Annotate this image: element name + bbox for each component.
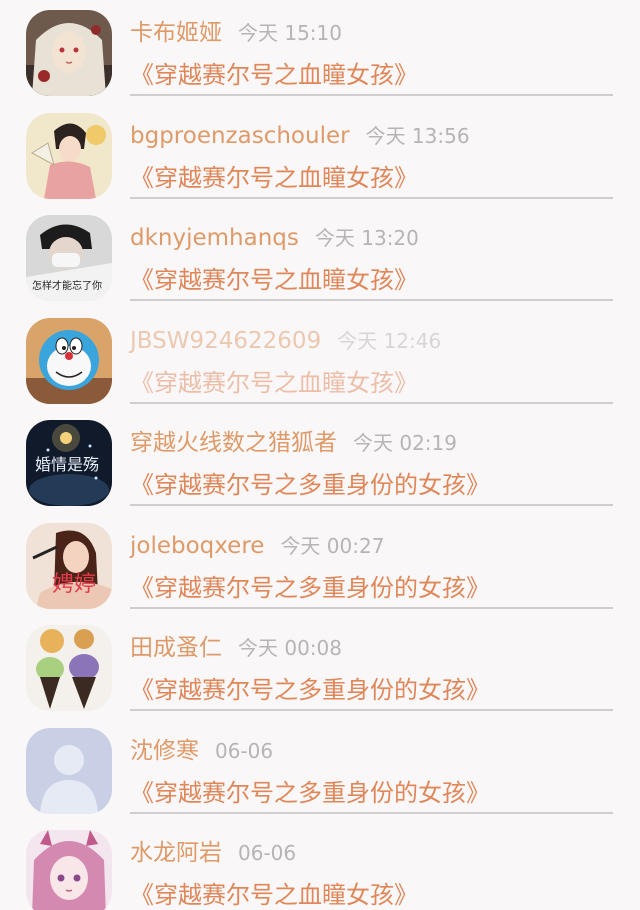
ice-cream-avatar[interactable]: [26, 625, 112, 711]
message-row[interactable]: 沈修寒 06-06 《穿越赛尔号之多重身份的女孩》: [0, 718, 640, 821]
sender-name-text[interactable]: 穿越火线数之猎狐者: [130, 430, 337, 456]
sender-name[interactable]: 田成蚤仁 今天 00:08: [130, 633, 342, 663]
message-time: 06-06: [238, 841, 297, 865]
row-divider: [130, 401, 613, 404]
novel-title-link[interactable]: 《穿越赛尔号之血瞳女孩》: [130, 368, 418, 398]
row-divider: [130, 94, 613, 96]
sender-name[interactable]: 水龙阿岩 06-06: [130, 838, 296, 868]
sender-name[interactable]: 沈修寒 06-06: [130, 736, 273, 766]
sender-name[interactable]: joleboqxere 今天 00:27: [130, 531, 384, 561]
novel-title-link[interactable]: 《穿越赛尔号之多重身份的女孩》: [130, 573, 490, 603]
doraemon-avatar[interactable]: [26, 317, 112, 404]
svg-text:婚情是殇: 婚情是殇: [35, 455, 99, 474]
message-time: 今天 12:46: [337, 328, 442, 353]
message-time: 今天 02:19: [353, 431, 457, 455]
sender-name-text[interactable]: joleboqxere: [130, 533, 264, 559]
row-divider: [130, 504, 613, 506]
sender-name[interactable]: 卡布姬娅 今天 15:10: [130, 18, 342, 48]
row-divider: [130, 196, 613, 199]
sender-name[interactable]: dknyjemhanqs 今天 13:20: [130, 223, 419, 253]
pink-hair-girl-avatar[interactable]: [26, 830, 112, 910]
message-row[interactable]: bgproenzaschouler 今天 13:56 《穿越赛尔号之血瞳女孩》: [0, 103, 640, 206]
message-time: 今天 00:08: [238, 636, 342, 660]
svg-text:娉婷: 娉婷: [52, 572, 96, 597]
sender-name-text[interactable]: 沈修寒: [130, 738, 199, 764]
svg-text:怎样才能忘了你: 怎样才能忘了你: [32, 279, 102, 292]
message-row[interactable]: JBSW924622609 今天 12:46 《穿越赛尔号之血瞳女孩》: [0, 308, 640, 411]
novel-title-link[interactable]: 《穿越赛尔号之多重身份的女孩》: [130, 675, 490, 705]
novel-title-link[interactable]: 《穿越赛尔号之多重身份的女孩》: [130, 778, 490, 808]
masked-boy-avatar[interactable]: 怎样才能忘了你: [26, 215, 112, 301]
sender-name-text[interactable]: dknyjemhanqs: [130, 225, 299, 251]
novel-title-link[interactable]: 《穿越赛尔号之血瞳女孩》: [130, 880, 418, 910]
message-time: 今天 13:56: [365, 123, 470, 148]
row-divider: [130, 606, 613, 609]
message-time: 今天 15:10: [238, 21, 342, 45]
row-divider: [130, 299, 613, 301]
sender-name-text[interactable]: 田成蚤仁: [130, 635, 222, 661]
row-divider: [130, 811, 613, 814]
girl-photo-avatar[interactable]: 娉婷: [26, 522, 112, 609]
message-row[interactable]: 婚情是殇 穿越火线数之猎狐者 今天 02:19 《穿越赛尔号之多重身份的女孩》: [0, 410, 640, 513]
default-user-avatar[interactable]: [26, 727, 112, 814]
message-row[interactable]: 水龙阿岩 06-06 《穿越赛尔号之血瞳女孩》: [0, 820, 640, 910]
sender-name[interactable]: 穿越火线数之猎狐者 今天 02:19: [130, 428, 457, 458]
sender-name[interactable]: bgproenzaschouler 今天 13:56: [130, 121, 470, 151]
novel-title-link[interactable]: 《穿越赛尔号之血瞳女孩》: [130, 163, 418, 193]
message-time: 今天 13:20: [314, 226, 419, 250]
sender-name[interactable]: JBSW924622609 今天 12:46: [130, 326, 441, 356]
message-time: 06-06: [215, 738, 274, 763]
sender-name-text[interactable]: JBSW924622609: [130, 328, 321, 354]
fan-lady-avatar[interactable]: [26, 112, 112, 199]
novel-title-link[interactable]: 《穿越赛尔号之多重身份的女孩》: [130, 470, 490, 500]
message-row[interactable]: 娉婷 joleboqxere 今天 00:27 《穿越赛尔号之多重身份的女孩》: [0, 513, 640, 616]
anime-girl-avatar[interactable]: [26, 10, 112, 96]
novel-title-link[interactable]: 《穿越赛尔号之血瞳女孩》: [130, 60, 418, 90]
sender-name-text[interactable]: bgproenzaschouler: [130, 123, 350, 149]
message-time: 今天 00:27: [280, 533, 385, 558]
novel-title-link[interactable]: 《穿越赛尔号之血瞳女孩》: [130, 265, 418, 295]
sender-name-text[interactable]: 水龙阿岩: [130, 840, 222, 866]
sparkle-text-avatar[interactable]: 婚情是殇: [26, 420, 112, 506]
message-list: 卡布姬娅 今天 15:10 《穿越赛尔号之血瞳女孩》 bgproenzaschoule…: [0, 0, 640, 910]
row-divider: [130, 709, 613, 711]
message-row[interactable]: 怎样才能忘了你 dknyjemhanqs 今天 13:20 《穿越赛尔号之血瞳女孩》: [0, 205, 640, 308]
sender-name-text[interactable]: 卡布姬娅: [130, 20, 222, 46]
message-row[interactable]: 卡布姬娅 今天 15:10 《穿越赛尔号之血瞳女孩》: [0, 0, 640, 103]
message-row[interactable]: 田成蚤仁 今天 00:08 《穿越赛尔号之多重身份的女孩》: [0, 615, 640, 718]
